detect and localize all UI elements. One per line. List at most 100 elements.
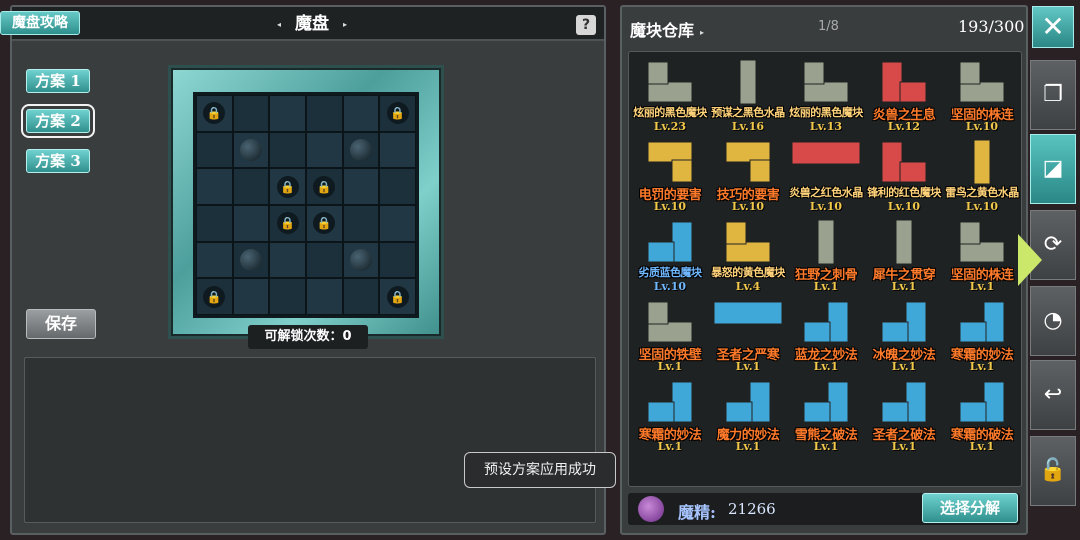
- storage-title[interactable]: 魔块仓库 ▸: [630, 17, 710, 41]
- sidebar-button-4[interactable]: ◔: [1030, 286, 1076, 356]
- magic-block-item[interactable]: 技巧的要害 Lv.10: [709, 136, 787, 216]
- magic-block-item[interactable]: 蓝龙之妙法 Lv.1: [787, 296, 865, 376]
- sidebar-button-6[interactable]: 🔓: [1030, 436, 1076, 506]
- magic-block-item[interactable]: 炎兽之红色水晶 Lv.10: [787, 136, 865, 216]
- block-shape-icon: [802, 300, 850, 348]
- board-cell[interactable]: [269, 95, 306, 132]
- board-cell[interactable]: [342, 241, 380, 279]
- help-icon[interactable]: ?: [576, 15, 596, 35]
- board-cell[interactable]: [342, 131, 380, 169]
- magic-block-item[interactable]: 坚固的铁壁 Lv.1: [631, 296, 709, 376]
- board-cell[interactable]: [196, 131, 233, 169]
- magic-block-item[interactable]: 劣质蓝色魔块 Lv.10: [631, 216, 709, 296]
- block-shape-icon: [802, 60, 850, 108]
- magic-block-item[interactable]: 坚固的株连 Lv.10: [943, 56, 1021, 136]
- guide-button[interactable]: 魔盘攻略: [0, 11, 80, 35]
- magic-block-item[interactable]: 狂野之刺骨 Lv.1: [787, 216, 865, 296]
- board-cell[interactable]: [306, 241, 343, 279]
- board-cell[interactable]: [342, 205, 380, 242]
- toast-message: 预设方案应用成功: [464, 452, 616, 488]
- sidebar-button-5[interactable]: ↩: [1030, 360, 1076, 430]
- block-name: 炫丽的黑色魔块: [789, 106, 863, 119]
- magic-block-item[interactable]: 雷鸟之黄色水晶 Lv.10: [943, 136, 1021, 216]
- board-cell[interactable]: [379, 241, 416, 279]
- board-cell[interactable]: 🔒: [379, 278, 416, 315]
- plan-1-button[interactable]: 方案 1: [26, 69, 90, 93]
- block-shape-icon: [713, 300, 783, 330]
- sidebar-button-2[interactable]: ◪: [1030, 134, 1076, 204]
- page-indicator: 1/8: [818, 19, 839, 34]
- magic-block-item[interactable]: 冰魄之妙法 Lv.1: [865, 296, 943, 376]
- lock-icon: 🔒: [386, 102, 409, 125]
- plan-3-button[interactable]: 方案 3: [26, 149, 90, 173]
- triangle-right-icon: ▸: [700, 26, 705, 37]
- board-cell[interactable]: [342, 168, 380, 205]
- block-level: Lv.16: [731, 120, 765, 133]
- board-cell[interactable]: 🔒: [306, 205, 343, 242]
- board-cell[interactable]: [269, 241, 306, 279]
- board-cell[interactable]: 🔒: [379, 95, 416, 132]
- magic-block-item[interactable]: 圣者之严寒 Lv.1: [709, 296, 787, 376]
- board-cell[interactable]: 🔒: [269, 168, 306, 205]
- board-cell[interactable]: [196, 205, 233, 242]
- magic-block-item[interactable]: 寒霜的妙法 Lv.1: [943, 296, 1021, 376]
- board-cell[interactable]: [232, 95, 270, 132]
- magic-block-item[interactable]: 炫丽的黑色魔块 Lv.13: [787, 56, 865, 136]
- board-cell[interactable]: [232, 131, 270, 169]
- magic-block-item[interactable]: 炎兽之生息 Lv.12: [865, 56, 943, 136]
- magic-block-item[interactable]: 寒霜的破法 Lv.1: [943, 376, 1021, 456]
- magic-block-item[interactable]: 雪熊之破法 Lv.1: [787, 376, 865, 456]
- board-cell[interactable]: [306, 131, 343, 169]
- block-shape-icon: [738, 59, 758, 108]
- block-name: 劣质蓝色魔块: [638, 266, 703, 279]
- board-cell[interactable]: [342, 278, 380, 315]
- magic-block-item[interactable]: 暴怒的黄色魔块 Lv.4: [709, 216, 787, 296]
- board-cell[interactable]: [196, 241, 233, 279]
- save-button[interactable]: 保存: [26, 309, 96, 339]
- magic-block-item[interactable]: 预谋之黑色水晶 Lv.16: [709, 56, 787, 136]
- block-shape-icon: [791, 140, 861, 170]
- magic-block-item[interactable]: 电罚的要害 Lv.10: [631, 136, 709, 216]
- board-cell[interactable]: [306, 278, 343, 315]
- plan-2-button[interactable]: 方案 2: [21, 104, 95, 138]
- board-cell[interactable]: [232, 168, 270, 205]
- magic-block-item[interactable]: 圣者之破法 Lv.1: [865, 376, 943, 456]
- block-level: Lv.4: [735, 280, 761, 293]
- magic-block-item[interactable]: 魔力的妙法 Lv.1: [709, 376, 787, 456]
- block-shape-icon: [802, 380, 850, 428]
- block-level: Lv.10: [653, 280, 687, 293]
- decompose-button[interactable]: 选择分解: [922, 493, 1018, 523]
- swap-icon: ◔: [1043, 308, 1063, 333]
- title-text: 魔盘: [295, 14, 329, 34]
- block-level: Lv.1: [969, 360, 995, 373]
- board-cell[interactable]: 🔒: [306, 168, 343, 205]
- magic-block-item[interactable]: 锋利的红色魔块 Lv.10: [865, 136, 943, 216]
- close-button[interactable]: ✕: [1032, 6, 1074, 48]
- board-cell[interactable]: [379, 131, 416, 169]
- board-cell[interactable]: 🔒: [196, 278, 233, 315]
- board-cell[interactable]: [196, 168, 233, 205]
- block-shape-icon: [724, 380, 772, 428]
- lock-icon: 🔒: [203, 285, 226, 308]
- magic-block-item[interactable]: 坚固的株连 Lv.1: [943, 216, 1021, 296]
- board-cell[interactable]: [379, 205, 416, 242]
- block-name: 锋利的红色魔块: [867, 186, 941, 199]
- magic-block-item[interactable]: 炫丽的黑色魔块 Lv.23: [631, 56, 709, 136]
- board-cell[interactable]: [342, 95, 380, 132]
- lock-icon: 🔒: [203, 102, 226, 125]
- sidebar-button-1[interactable]: ❐: [1030, 60, 1076, 130]
- magic-block-item[interactable]: 寒霜的妙法 Lv.1: [631, 376, 709, 456]
- magic-block-item[interactable]: 犀牛之贯穿 Lv.1: [865, 216, 943, 296]
- board-cell[interactable]: [269, 131, 306, 169]
- board-cell[interactable]: [306, 95, 343, 132]
- board-cell[interactable]: [379, 168, 416, 205]
- board-cell[interactable]: [232, 278, 270, 315]
- board-cell[interactable]: [232, 241, 270, 279]
- block-shape-icon: [880, 300, 928, 348]
- board-cell[interactable]: [269, 278, 306, 315]
- essence-crystal-icon: [638, 496, 664, 522]
- board-cell[interactable]: 🔒: [196, 95, 233, 132]
- board-cell[interactable]: [232, 205, 270, 242]
- storage-grid: 炫丽的黑色魔块 Lv.23 预谋之黑色水晶 Lv.16 炫丽的黑色魔块 Lv.13 炎兽之生…: [628, 51, 1022, 487]
- board-cell[interactable]: 🔒: [269, 205, 306, 242]
